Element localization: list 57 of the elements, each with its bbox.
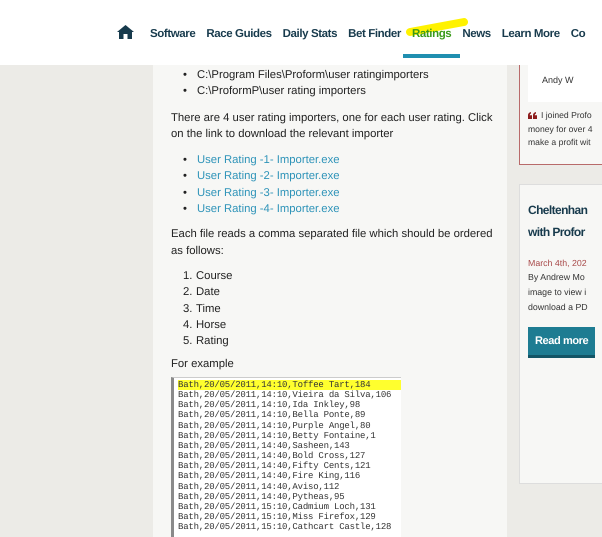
post-title[interactable]: Cheltenhan [528, 199, 602, 221]
code-line: Bath,20/05/2011,14:40,Sasheen,143 [178, 440, 351, 452]
post-date: March 4th, 202 [528, 257, 588, 270]
nav-link[interactable]: Bet Finder [348, 26, 401, 42]
path-item: C:\ProformP\user rating importers [197, 85, 366, 98]
list-marker: • [183, 84, 188, 100]
code-line: Bath,20/05/2011,15:10,Miss Firefox,129 [178, 512, 377, 522]
quote-text: make a profit wit [528, 137, 591, 147]
code-line: Bath,20/05/2011,14:10,Betty Fontaine,1 [178, 430, 377, 441]
code-line: Bath,20/05/2011,14:10,Bella Ponte,89 [178, 410, 366, 420]
code-line: Bath,20/05/2011,14:10,Purple Angel,80 [178, 420, 372, 431]
list-marker: • [183, 169, 188, 184]
code-line: Bath,20/05/2011,14:40,Fire King,116 [178, 471, 362, 482]
list-marker: • [183, 202, 188, 218]
home-icon[interactable] [117, 24, 134, 38]
post-excerpt: image to view i [528, 286, 588, 300]
code-line: Bath,20/05/2011,15:10,Cadmium Loch,131 [178, 502, 377, 512]
field-item: Date [196, 286, 220, 298]
nav-link[interactable]: Learn More [502, 26, 560, 42]
list-marker: 3. [183, 302, 194, 317]
paragraph: Each file reads a comma separated file which should be ordered as follows: [171, 227, 494, 259]
quote-text: money for over 4 [528, 124, 592, 134]
code-line: Bath,20/05/2011,14:40,Aviso,112 [178, 482, 340, 492]
active-indicator [402, 54, 460, 58]
code-line: Bath,20/05/2011,14:40,Fifty Cents,121 [178, 461, 372, 472]
code-line: Bath,20/05/2011,14:40,Pytheas,95 [178, 492, 346, 502]
code-line: Bath,20/05/2011,15:10,Cathcart Castle,128 [178, 522, 392, 533]
list-marker: • [183, 153, 188, 168]
list-marker: • [183, 68, 188, 83]
nav-link[interactable]: Race Guides [206, 26, 272, 42]
quote-icon [528, 112, 537, 120]
list-marker: • [183, 186, 188, 201]
field-item: Course [196, 270, 232, 282]
code-line: Bath,20/05/2011,14:10,Ida Inkley,98 [178, 400, 362, 410]
read-more-button[interactable]: Read more [528, 327, 596, 358]
field-item: Rating [196, 335, 229, 348]
paragraph: For example [171, 357, 235, 372]
nav-link[interactable]: Ratings [412, 26, 452, 42]
paragraph: There are 4 user rating importers, one for each user rating. Click on the link to download the relevant importer [171, 110, 494, 142]
list-marker: 4. [183, 318, 194, 333]
nav-link[interactable]: Co [570, 26, 586, 42]
field-item: Time [196, 302, 221, 315]
list-marker: 2. [183, 285, 194, 300]
list-marker: 5. [183, 334, 194, 350]
post-excerpt: download a PD [528, 301, 589, 314]
nav-link[interactable]: Software [150, 26, 196, 42]
nav-link[interactable]: News [462, 26, 491, 42]
nav-link[interactable]: Daily Stats [282, 26, 338, 42]
path-item: C:\Program Files\Proform\user ratingimporters [197, 69, 429, 81]
post-title[interactable]: with Profor [528, 221, 602, 243]
code-line: Bath,20/05/2011,14:10,Vieira da Silva,106 [178, 390, 392, 400]
list-marker: 1. [183, 268, 194, 284]
author-name: Andy W [542, 75, 574, 85]
quote-text: I joined Profo [541, 110, 592, 120]
post-excerpt: By Andrew Mo [528, 271, 586, 284]
code-line: Bath,20/05/2011,14:40,Bold Cross,127 [178, 451, 366, 462]
field-item: Horse [196, 318, 226, 331]
